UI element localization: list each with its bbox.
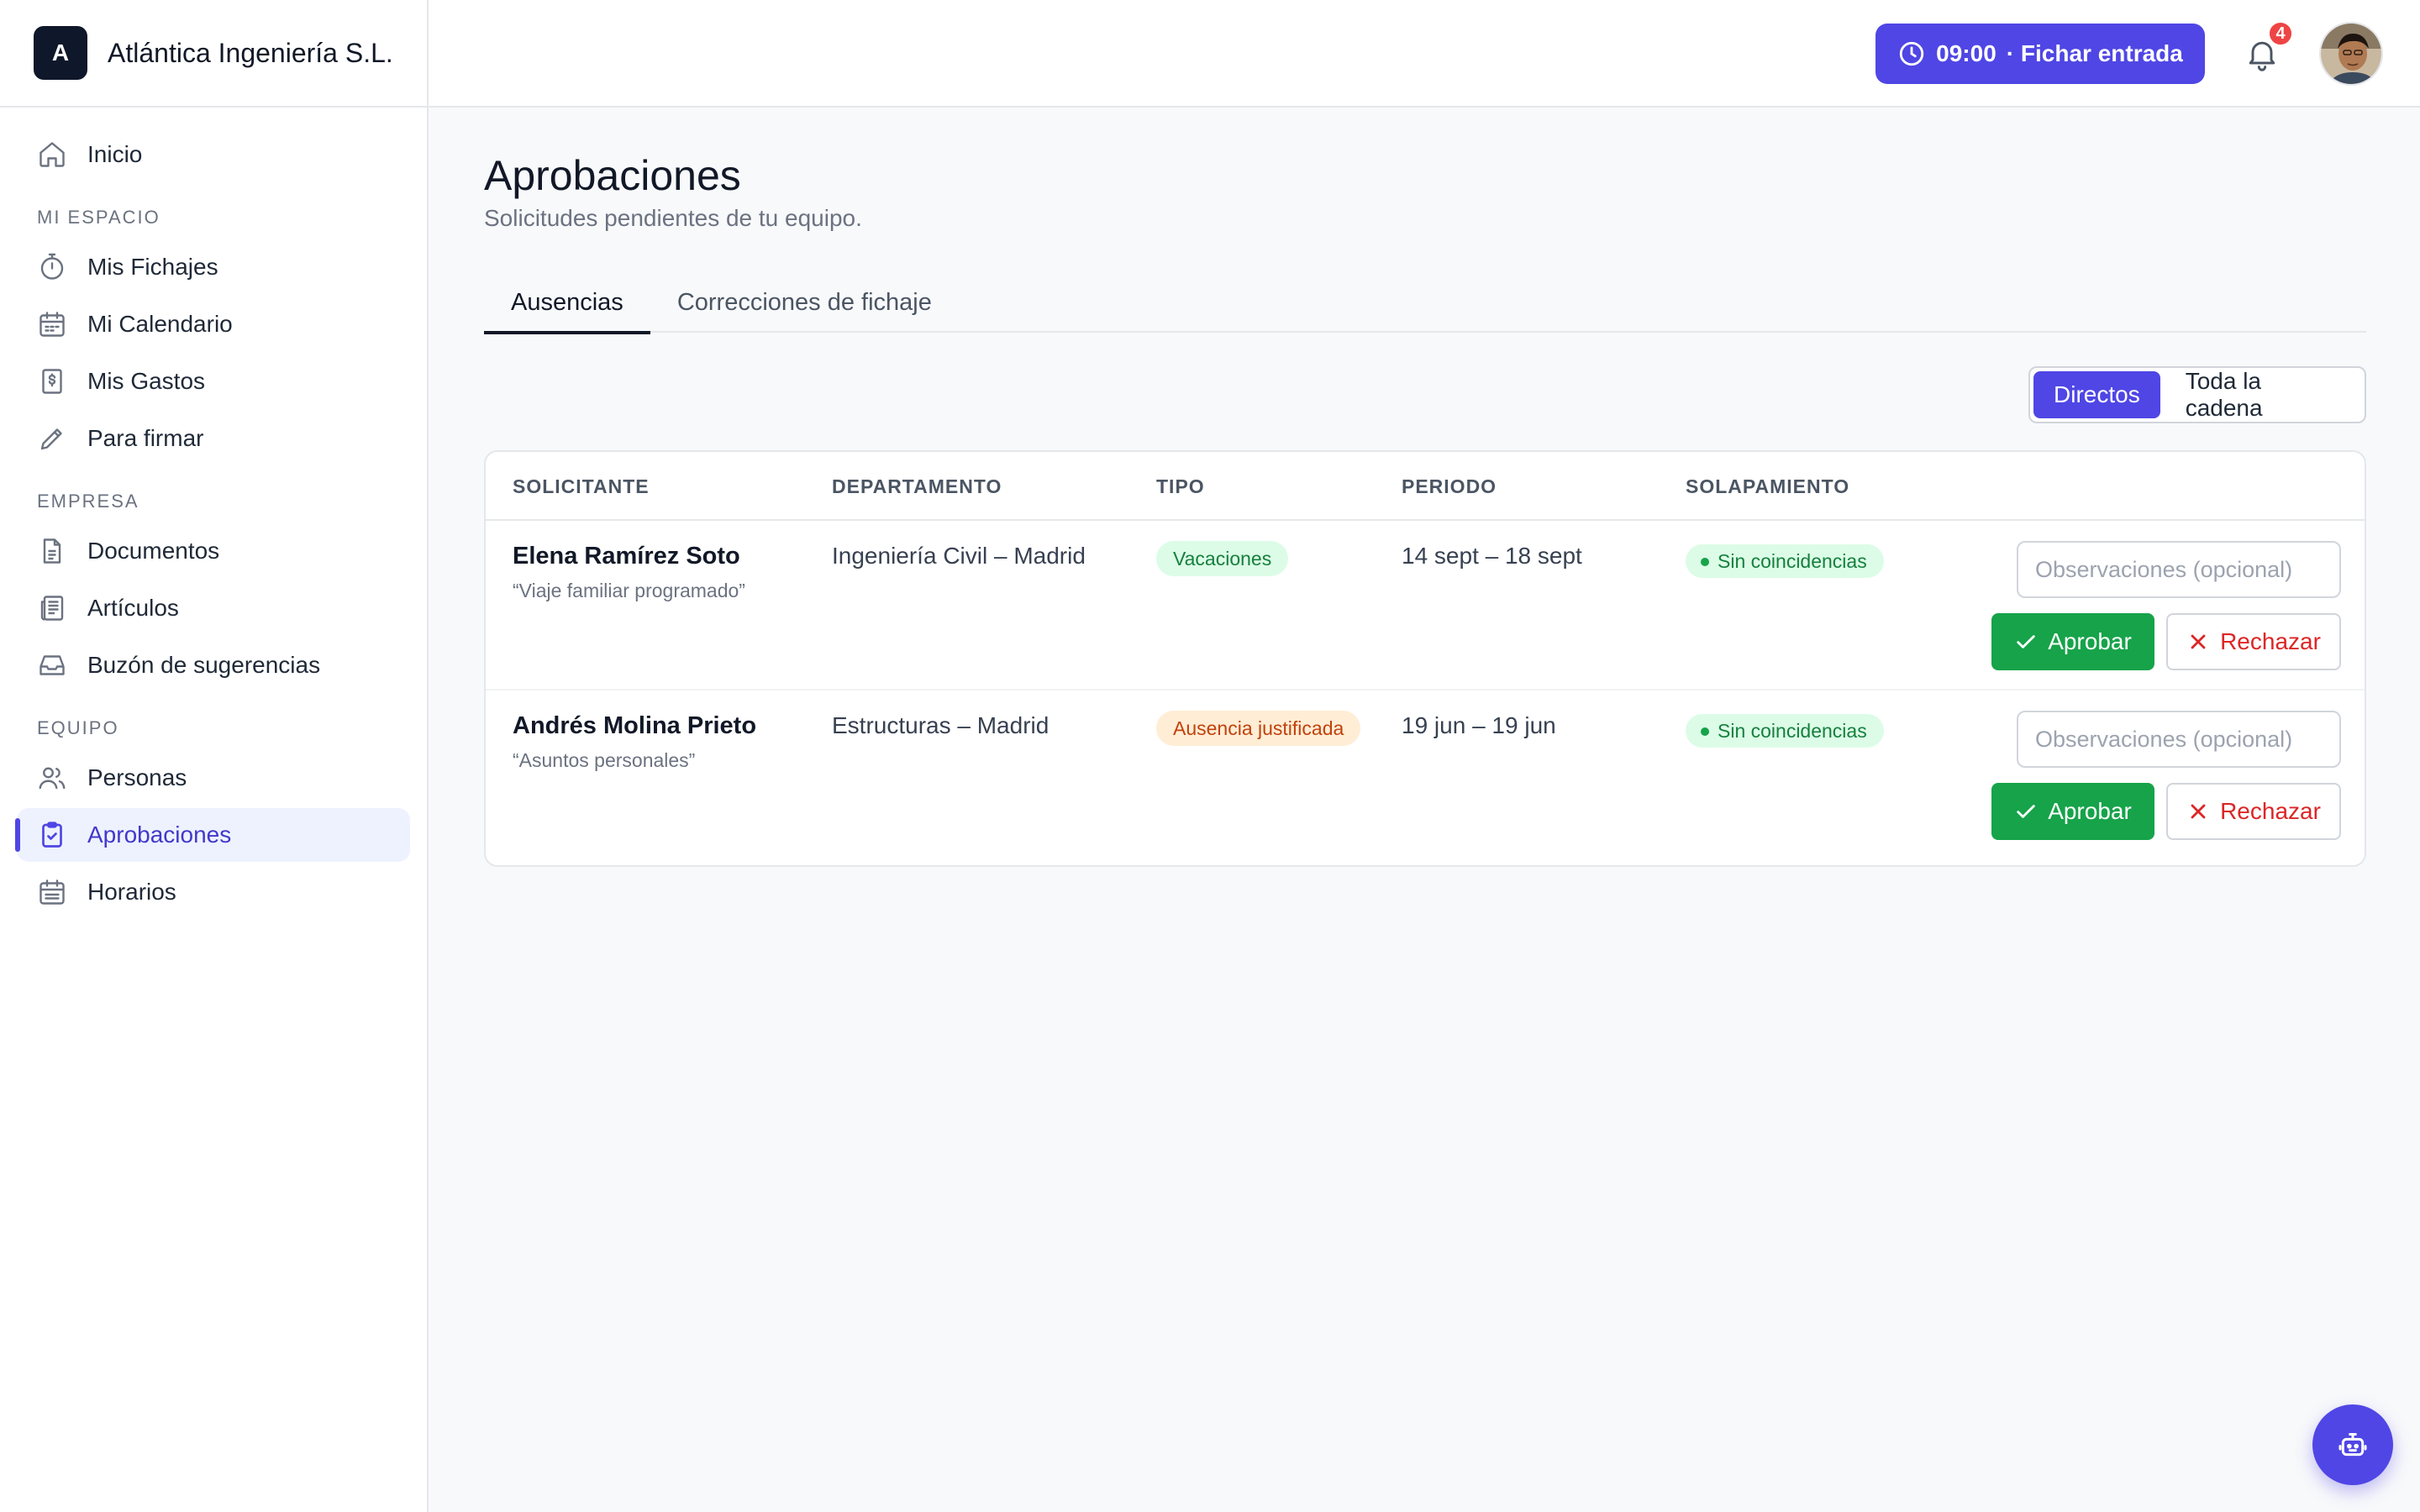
assistant-bot-button[interactable] <box>2312 1404 2393 1485</box>
observations-input[interactable] <box>2017 541 2341 598</box>
sidebar-item-documentos[interactable]: Documentos <box>17 524 410 578</box>
company-name: Atlántica Ingeniería S.L. <box>108 37 393 68</box>
period: 19 jun – 19 jun <box>1402 712 1556 738</box>
reject-button[interactable]: Rechazar <box>2166 613 2341 670</box>
reject-button[interactable]: Rechazar <box>2166 783 2341 840</box>
close-icon <box>2186 630 2210 654</box>
clock-time: 09:00 <box>1936 40 1996 66</box>
tabs: Ausencias Correcciones de fichaje <box>484 272 2366 334</box>
check-icon <box>2014 800 2038 823</box>
sidebar-item-mis-gastos[interactable]: Mis Gastos <box>17 354 410 408</box>
sidebar-section-title: EMPRESA <box>37 491 139 512</box>
avatar[interactable] <box>2319 22 2383 86</box>
inbox-icon <box>37 650 67 680</box>
check-icon <box>2014 630 2038 654</box>
sidebar-item-label: Personas <box>87 764 187 790</box>
sidebar-item-inicio[interactable]: Inicio <box>17 128 410 181</box>
overlap-status-badge: Sin coincidencias <box>1686 544 1884 578</box>
sidebar-item-label: Mi Calendario <box>87 311 233 337</box>
requester-name: Andrés Molina Prieto <box>513 712 757 739</box>
tab-ausencias[interactable]: Ausencias <box>484 272 650 334</box>
clipboard-check-icon <box>37 820 67 850</box>
robot-icon <box>2336 1428 2370 1462</box>
newspaper-icon <box>37 593 67 623</box>
tab-correcciones-fichaje[interactable]: Correcciones de fichaje <box>650 272 959 333</box>
home-icon <box>37 139 67 170</box>
sidebar-nav: Inicio MI ESPACIO Mis Fichajes Mi Calend… <box>0 108 427 919</box>
page-subtitle: Solicitudes pendientes de tu equipo. <box>484 205 862 231</box>
overlap-status-badge: Sin coincidencias <box>1686 714 1884 748</box>
sidebar-section-title: MI ESPACIO <box>37 207 160 228</box>
users-icon <box>37 763 67 793</box>
reject-label: Rechazar <box>2220 798 2321 824</box>
department: Ingeniería Civil – Madrid <box>832 543 1086 569</box>
observations-input[interactable] <box>2017 711 2341 768</box>
sidebar-item-label: Artículos <box>87 595 179 621</box>
approve-button[interactable]: Aprobar <box>1991 613 2154 670</box>
approvals-table: SOLICITANTE DEPARTAMENTO TIPO PERIODO SO… <box>484 450 2366 867</box>
clock-icon <box>1897 39 1926 68</box>
request-note: “Asuntos personales” <box>513 749 696 771</box>
sidebar-item-label: Mis Gastos <box>87 368 206 394</box>
sidebar-item-aprobaciones[interactable]: Aprobaciones <box>15 808 410 862</box>
sidebar: A Atlántica Ingeniería S.L. Inicio MI ES… <box>0 0 429 1512</box>
brand: A Atlántica Ingeniería S.L. <box>0 0 427 108</box>
column-header-tipo: TIPO <box>1156 475 1205 497</box>
sidebar-item-horarios[interactable]: Horarios <box>17 865 410 919</box>
approve-label: Aprobar <box>2048 798 2132 824</box>
scope-toda-cadena-button[interactable]: Toda la cadena <box>2165 368 2361 421</box>
table-row: Andrés Molina Prieto “Asuntos personales… <box>486 690 2365 860</box>
sidebar-item-label: Para firmar <box>87 425 204 451</box>
approve-label: Aprobar <box>2048 628 2132 654</box>
close-icon <box>2186 800 2210 823</box>
request-note: “Viaje familiar programado” <box>513 580 745 601</box>
sidebar-item-personas[interactable]: Personas <box>17 751 410 805</box>
sidebar-item-label: Aprobaciones <box>87 822 232 848</box>
absence-type-badge: Ausencia justificada <box>1156 711 1361 746</box>
sidebar-item-label: Documentos <box>87 538 220 564</box>
column-header-periodo: PERIODO <box>1402 475 1497 497</box>
brand-logo[interactable]: A <box>34 26 87 80</box>
page-title: Aprobaciones <box>484 152 741 199</box>
table-header: SOLICITANTE DEPARTAMENTO TIPO PERIODO SO… <box>486 452 2365 521</box>
clock-action-label: · Fichar entrada <box>2006 40 2183 66</box>
sidebar-item-label: Mis Fichajes <box>87 254 218 280</box>
reject-label: Rechazar <box>2220 628 2321 654</box>
scope-toggle: Directos Toda la cadena <box>2028 366 2366 423</box>
document-icon <box>37 536 67 566</box>
pen-icon <box>37 423 67 454</box>
sidebar-item-label: Inicio <box>87 141 143 167</box>
department: Estructuras – Madrid <box>832 712 1050 738</box>
period: 14 sept – 18 sept <box>1402 543 1582 569</box>
sidebar-item-label: Horarios <box>87 879 176 905</box>
column-header-solapamiento: SOLAPAMIENTO <box>1686 475 1850 497</box>
calendar-grid-icon <box>37 877 67 907</box>
sidebar-item-buzon-sugerencias[interactable]: Buzón de sugerencias <box>17 638 410 692</box>
approve-button[interactable]: Aprobar <box>1991 783 2154 840</box>
column-header-solicitante: SOLICITANTE <box>513 475 650 497</box>
sidebar-item-para-firmar[interactable]: Para firmar <box>17 412 410 465</box>
sidebar-item-mis-fichajes[interactable]: Mis Fichajes <box>17 240 410 294</box>
calendar-icon <box>37 309 67 339</box>
receipt-icon <box>37 366 67 396</box>
column-header-departamento: DEPARTAMENTO <box>832 475 1002 497</box>
notification-badge: 4 <box>2267 20 2294 47</box>
absence-type-badge: Vacaciones <box>1156 541 1289 576</box>
topbar: 09:00 · Fichar entrada 4 <box>429 0 2420 108</box>
clock-in-button[interactable]: 09:00 · Fichar entrada <box>1876 24 2205 84</box>
sidebar-section-title: EQUIPO <box>37 717 119 738</box>
sidebar-item-mi-calendario[interactable]: Mi Calendario <box>17 297 410 351</box>
scope-directos-button[interactable]: Directos <box>2033 371 2160 418</box>
stopwatch-icon <box>37 252 67 282</box>
table-row: Elena Ramírez Soto “Viaje familiar progr… <box>486 521 2365 690</box>
requester-name: Elena Ramírez Soto <box>513 543 740 570</box>
sidebar-item-label: Buzón de sugerencias <box>87 652 321 678</box>
sidebar-item-articulos[interactable]: Artículos <box>17 581 410 635</box>
